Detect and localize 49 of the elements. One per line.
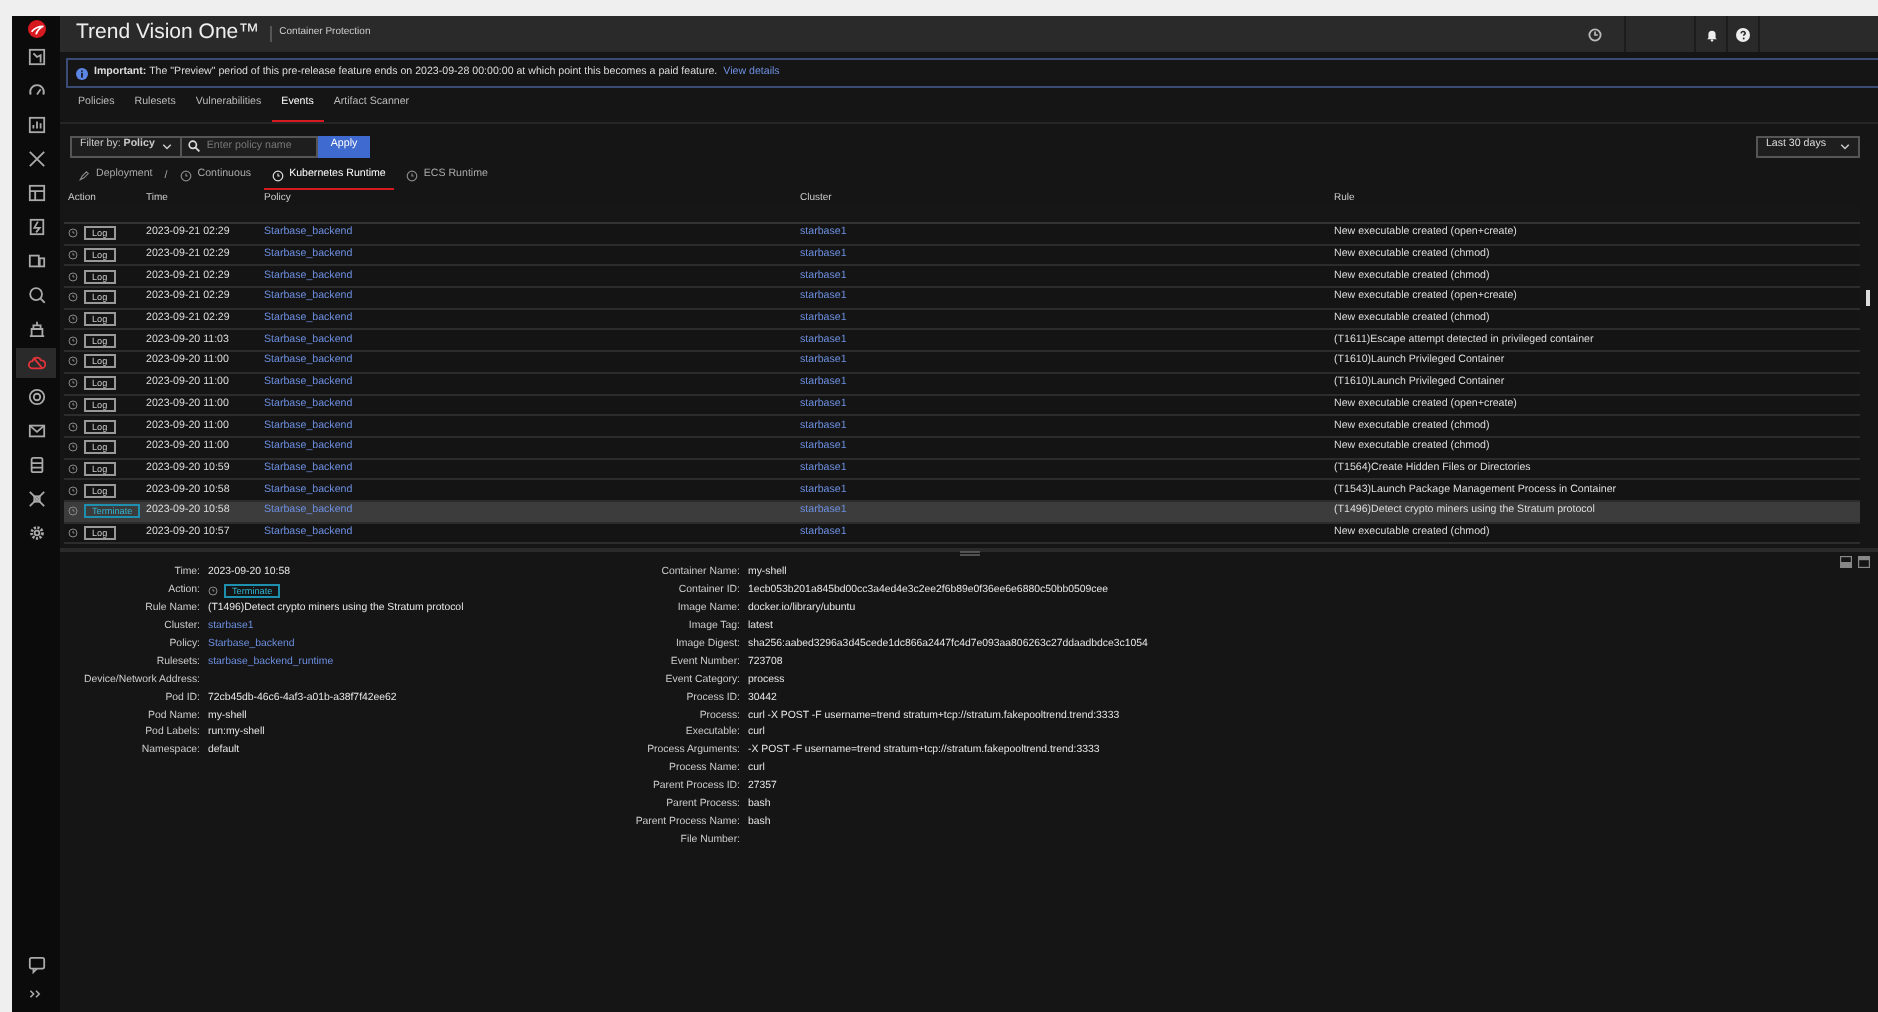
clock-icon bbox=[68, 356, 78, 367]
clock-icon bbox=[68, 485, 78, 496]
clock-icon bbox=[68, 271, 78, 282]
x-icon bbox=[27, 150, 45, 168]
clock-icon bbox=[68, 292, 78, 303]
map-icon bbox=[27, 48, 45, 66]
clock-icon bbox=[68, 335, 78, 346]
panel-icon[interactable] bbox=[1840, 556, 1852, 569]
database-icon bbox=[27, 456, 45, 474]
resize-handle[interactable] bbox=[960, 550, 980, 557]
caret-icon bbox=[162, 143, 173, 149]
clock-icon bbox=[68, 228, 78, 239]
bug-icon bbox=[27, 490, 45, 508]
info-icon bbox=[76, 67, 88, 79]
clock-icon bbox=[68, 250, 78, 261]
cloud-icon bbox=[27, 354, 45, 372]
clock-icon[interactable] bbox=[1587, 27, 1601, 41]
gauge-icon bbox=[27, 82, 45, 100]
scrollbar-thumb[interactable] bbox=[1866, 290, 1870, 306]
clock-icon bbox=[68, 378, 78, 389]
device-icon bbox=[27, 252, 45, 270]
lightning-icon bbox=[27, 218, 45, 236]
envelope-icon bbox=[27, 422, 45, 440]
grid-icon bbox=[27, 184, 45, 202]
search-icon bbox=[188, 140, 201, 152]
expand-icon[interactable] bbox=[28, 986, 44, 1002]
clock-icon bbox=[68, 442, 78, 453]
clock-icon bbox=[405, 170, 418, 182]
clock-icon bbox=[208, 586, 218, 597]
gear-icon bbox=[27, 524, 45, 542]
chart-icon bbox=[27, 116, 45, 134]
building-icon bbox=[27, 320, 45, 338]
clock-icon bbox=[68, 421, 78, 432]
chat-icon[interactable] bbox=[27, 956, 45, 974]
clock-icon bbox=[68, 463, 78, 474]
clock-icon bbox=[68, 506, 78, 517]
clock-icon bbox=[68, 314, 78, 325]
target-icon bbox=[27, 388, 45, 406]
bell-icon[interactable] bbox=[1705, 27, 1717, 41]
search-icon bbox=[27, 286, 45, 304]
clock-icon bbox=[68, 527, 78, 538]
panel-icon[interactable] bbox=[1858, 556, 1870, 569]
clock-icon bbox=[68, 399, 78, 410]
app-title: Trend Vision One™ bbox=[76, 18, 260, 49]
clock-icon bbox=[271, 170, 284, 182]
logo-icon[interactable] bbox=[27, 20, 45, 38]
help-icon[interactable] bbox=[1736, 27, 1750, 41]
clock-icon bbox=[179, 170, 192, 182]
caret-icon bbox=[1840, 143, 1850, 149]
